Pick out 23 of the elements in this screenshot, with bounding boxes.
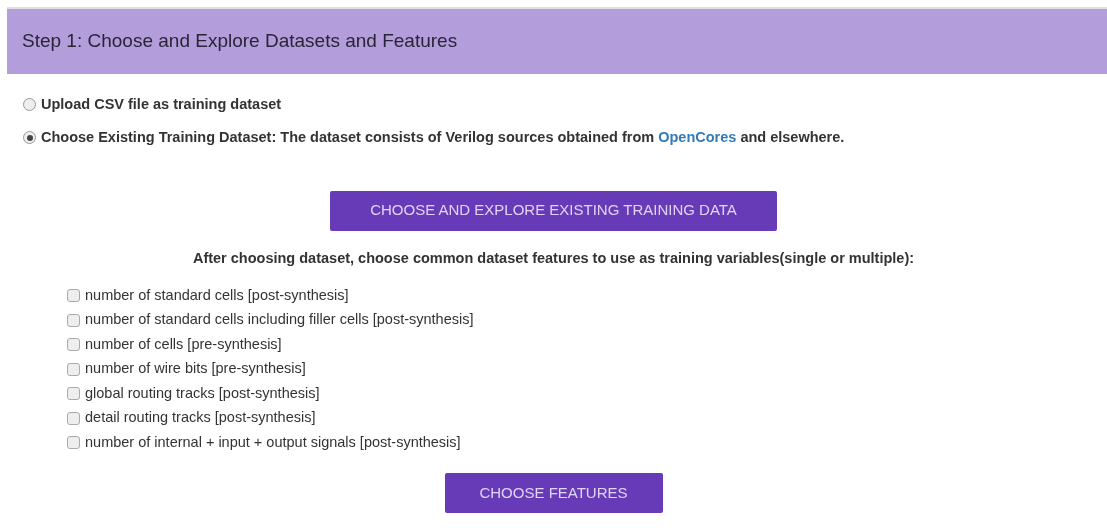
checkbox[interactable] [67,387,80,400]
option-label: Upload CSV file as training dataset [41,95,282,114]
features-heading: After choosing dataset, choose common dataset features to use as training variables(single or multiple): [192,248,915,268]
option-label: Choose Existing Training Dataset: The dataset consists of Verilog sources obtained from OpenCores and elsewhere. [41,127,845,147]
feature-label: number of standard cells including filler cells [post-synthesis] [85,310,474,330]
checkbox[interactable] [67,436,80,449]
checkbox[interactable] [67,289,80,302]
checkbox[interactable] [67,338,80,351]
feature-label: number of cells [pre-synthesis] [85,334,282,354]
explore-button[interactable]: CHOOSE AND EXPLORE EXISTING TRAINING DATA [330,190,777,231]
feature-label: number of internal + input + output signals [post-synthesis] [85,432,461,452]
feature-label: global routing tracks [post-synthesis] [85,383,320,403]
checkbox[interactable] [67,411,80,425]
feature-label: number of wire bits [pre-synthesis] [85,359,306,379]
feature-label: detail routing tracks [post-synthesis] [85,408,316,428]
checkbox[interactable] [67,313,80,327]
header-title: Step 1: Choose and Explore Datasets and Features [22,29,458,54]
opencores-link[interactable]: OpenCores [658,128,737,145]
radio-button[interactable] [23,98,36,112]
checkbox[interactable] [67,362,80,376]
radio-button[interactable] [23,131,36,145]
feature-label: number of standard cells [post-synthesis] [85,285,349,305]
choose-features-button[interactable]: CHOOSE FEATURES [444,472,663,513]
